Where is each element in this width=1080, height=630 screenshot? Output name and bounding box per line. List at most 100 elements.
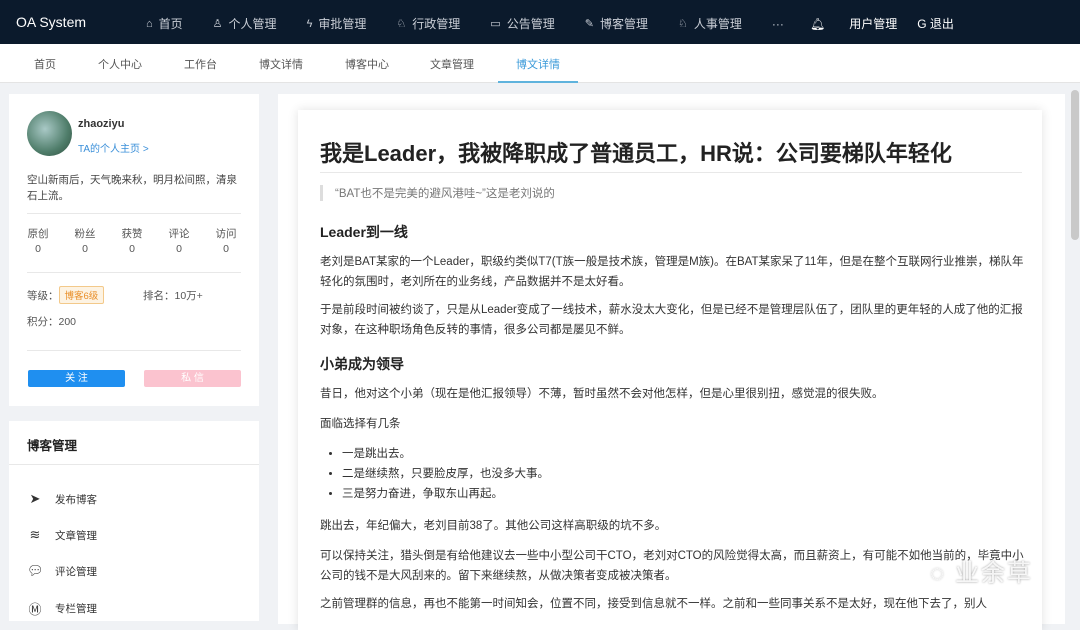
top-navbar: OA System ⌂ 首页 ♙ 个人管理 ϟ 审批管理 ♘ 行政管理 ▭ 公告管理 ✎ 博… xyxy=(0,0,1080,44)
tab-article-detail[interactable]: 博文详情 xyxy=(259,56,303,72)
main-nav: ⌂ 首页 ♙ 个人管理 ϟ 审批管理 ♘ 行政管理 ▭ 公告管理 ✎ 博客管理 ♘ 人事管理 … xyxy=(146,15,814,32)
nav-label: 博客管理 xyxy=(599,17,648,31)
menu-article-management[interactable]: ≋ 文章管理 xyxy=(27,527,97,543)
menu-label: 评论管理 xyxy=(55,565,97,578)
logout-label: 退出 xyxy=(929,17,954,31)
nav-label: 行政管理 xyxy=(412,17,461,31)
user-icon: ♙ xyxy=(212,18,223,30)
admin-icon: ♘ xyxy=(396,18,407,30)
divider xyxy=(27,213,241,214)
divider xyxy=(9,464,259,465)
nav-label: 审批管理 xyxy=(318,17,367,31)
nav-more[interactable]: ··· xyxy=(772,15,784,32)
user-management-link[interactable]: 用户管理 xyxy=(849,15,897,32)
home-icon: ⌂ xyxy=(146,17,153,30)
paragraph: 老刘是BAT某家的一个Leader，职级约类似T7(T族一般是技术族，管理是M族… xyxy=(320,256,1024,288)
tab-blog-center[interactable]: 博客中心 xyxy=(345,56,389,72)
tab-home[interactable]: 首页 xyxy=(34,56,56,72)
tab-workbench[interactable]: 工作台 xyxy=(184,56,217,72)
nav-approval[interactable]: ϟ 审批管理 xyxy=(307,15,367,32)
stat-likes: 获赞 0 xyxy=(117,227,147,257)
paragraph: 可以保持关注，猎头倒是有给他建议去一些中小型公司干CTO，老刘对CTO的风险觉得… xyxy=(320,550,1024,582)
rank-label: 排名： xyxy=(143,290,175,302)
level: 等级： 博客6级 xyxy=(27,286,105,304)
paragraph: 面临选择有几条 xyxy=(320,418,401,430)
stat-value: 0 xyxy=(35,243,41,255)
profile-link[interactable]: TA的个人主页 > xyxy=(78,140,149,155)
follow-button[interactable]: 关 注 xyxy=(28,370,125,387)
stat-label: 粉丝 xyxy=(74,228,96,240)
stat-fans: 粉丝 0 xyxy=(70,227,100,257)
nav-admin[interactable]: ♘ 行政管理 xyxy=(396,15,460,32)
message-button[interactable]: 私 信 xyxy=(144,370,241,387)
stat-label: 访问 xyxy=(215,228,237,240)
profile-card: zhaoziyu TA的个人主页 > 空山新雨后，天气晚来秋，明月松间照，清泉石… xyxy=(9,94,259,406)
stat-label: 获赞 xyxy=(121,228,143,240)
tab-personal-center[interactable]: 个人中心 xyxy=(98,56,142,72)
blog-management-card: 博客管理 ➤ 发布博客 ≋ 文章管理 💬︎ 评论管理 Ⓜ 专栏管理 xyxy=(9,421,259,621)
menu-label: 发布博客 xyxy=(55,493,97,506)
list-item: 三是努力奋进，争取东山再起。 xyxy=(342,484,1030,504)
column-icon: Ⓜ xyxy=(28,602,42,617)
nav-label: 人事管理 xyxy=(693,17,742,31)
stat-value: 0 xyxy=(129,243,135,255)
article: 我是Leader，我被降职成了普通员工，HR说：公司要梯队年轻化 “BAT也不是… xyxy=(298,110,1042,630)
stat-comments: 评论 0 xyxy=(164,227,194,257)
menu-label: 文章管理 xyxy=(55,529,97,542)
header-right: 🔔︎ 用户管理 G 退出 xyxy=(810,15,954,32)
nav-blog[interactable]: ✎ 博客管理 xyxy=(585,15,648,32)
username: zhaoziyu xyxy=(78,118,125,130)
nav-home[interactable]: ⌂ 首页 xyxy=(146,15,183,32)
menu-publish-blog[interactable]: ➤ 发布博客 xyxy=(27,491,97,507)
nav-hr[interactable]: ♘ 人事管理 xyxy=(678,15,742,32)
bio: 空山新雨后，天气晚来秋，明月松间照，清泉石上流。 xyxy=(27,174,237,202)
brand-logo[interactable]: OA System xyxy=(16,14,86,30)
rank: 排名：10万+ xyxy=(143,288,203,303)
paragraph: 之前管理群的信息，再也不能第一时间知会，位置不同，接受到信息就不一样。之前和一些… xyxy=(320,598,987,610)
tab-article-detail-active[interactable]: 博文详情 xyxy=(498,56,578,83)
divider xyxy=(320,172,1022,173)
paragraph: 跳出去，年纪偏大，老刘目前38了。其他公司这样高职级的坑不多。 xyxy=(320,520,667,532)
notice-icon: ▭ xyxy=(490,18,501,30)
nav-label: 首页 xyxy=(158,17,183,31)
nav-notice[interactable]: ▭ 公告管理 xyxy=(490,15,554,32)
tab-article-management[interactable]: 文章管理 xyxy=(430,56,474,72)
hr-icon: ♘ xyxy=(677,18,688,30)
avatar[interactable] xyxy=(27,111,72,156)
divider xyxy=(27,272,241,273)
level-badge: 博客6级 xyxy=(58,286,105,304)
stat-label: 评论 xyxy=(168,228,190,240)
paragraph: 昔日，他对这个小弟（现在是他汇报领导）不薄，暂时虽然不会对他怎样，但是心里很别扭… xyxy=(320,388,884,400)
article-title: 我是Leader，我被降职成了普通员工，HR说：公司要梯队年轻化 xyxy=(320,141,952,166)
nav-personal[interactable]: ♙ 个人管理 xyxy=(213,15,277,32)
nav-label: 个人管理 xyxy=(228,17,277,31)
rank-value: 10万+ xyxy=(174,290,203,302)
paragraph: 于是前段时间被约谈了，只是从Leader变成了一线技术，薪水没太大变化，但是已经… xyxy=(320,304,1023,336)
watermark: ◌ 业余草 xyxy=(930,553,1033,588)
stat-original: 原创 0 xyxy=(23,227,53,257)
menu-column-management[interactable]: Ⓜ 专栏管理 xyxy=(27,599,97,618)
stat-visits: 访问 0 xyxy=(211,227,241,257)
divider xyxy=(27,350,241,351)
approve-icon: ϟ xyxy=(306,17,313,30)
bell-icon[interactable]: 🔔︎ xyxy=(810,17,825,31)
paper-plane-icon: ➤ xyxy=(29,491,41,506)
stat-label: 原创 xyxy=(27,228,49,240)
scrollbar[interactable] xyxy=(1071,90,1079,240)
article-quote: “BAT也不是完美的避风港哇~”这是老刘说的 xyxy=(320,185,555,201)
stat-value: 0 xyxy=(82,243,88,255)
choice-list: 一是跳出去。 二是继续熬，只要脸皮厚，也没多大事。 三是努力奋进，争取东山再起。 xyxy=(320,444,1030,504)
points-value: 200 xyxy=(58,316,77,328)
points-label: 积分： xyxy=(27,316,59,328)
more-icon: ··· xyxy=(771,16,784,31)
logout-icon: G xyxy=(917,17,930,31)
comment-icon: 💬︎ xyxy=(27,563,44,578)
nav-label: 公告管理 xyxy=(506,17,555,31)
stat-value: 0 xyxy=(176,243,182,255)
blog-edit-icon: ✎ xyxy=(584,18,594,30)
logout-button[interactable]: G 退出 xyxy=(917,15,954,32)
blog-management-title: 博客管理 xyxy=(27,439,78,453)
menu-comment-management[interactable]: 💬︎ 评论管理 xyxy=(27,563,97,579)
points: 积分：200 xyxy=(27,314,76,329)
wechat-icon: ◌ xyxy=(930,560,955,587)
